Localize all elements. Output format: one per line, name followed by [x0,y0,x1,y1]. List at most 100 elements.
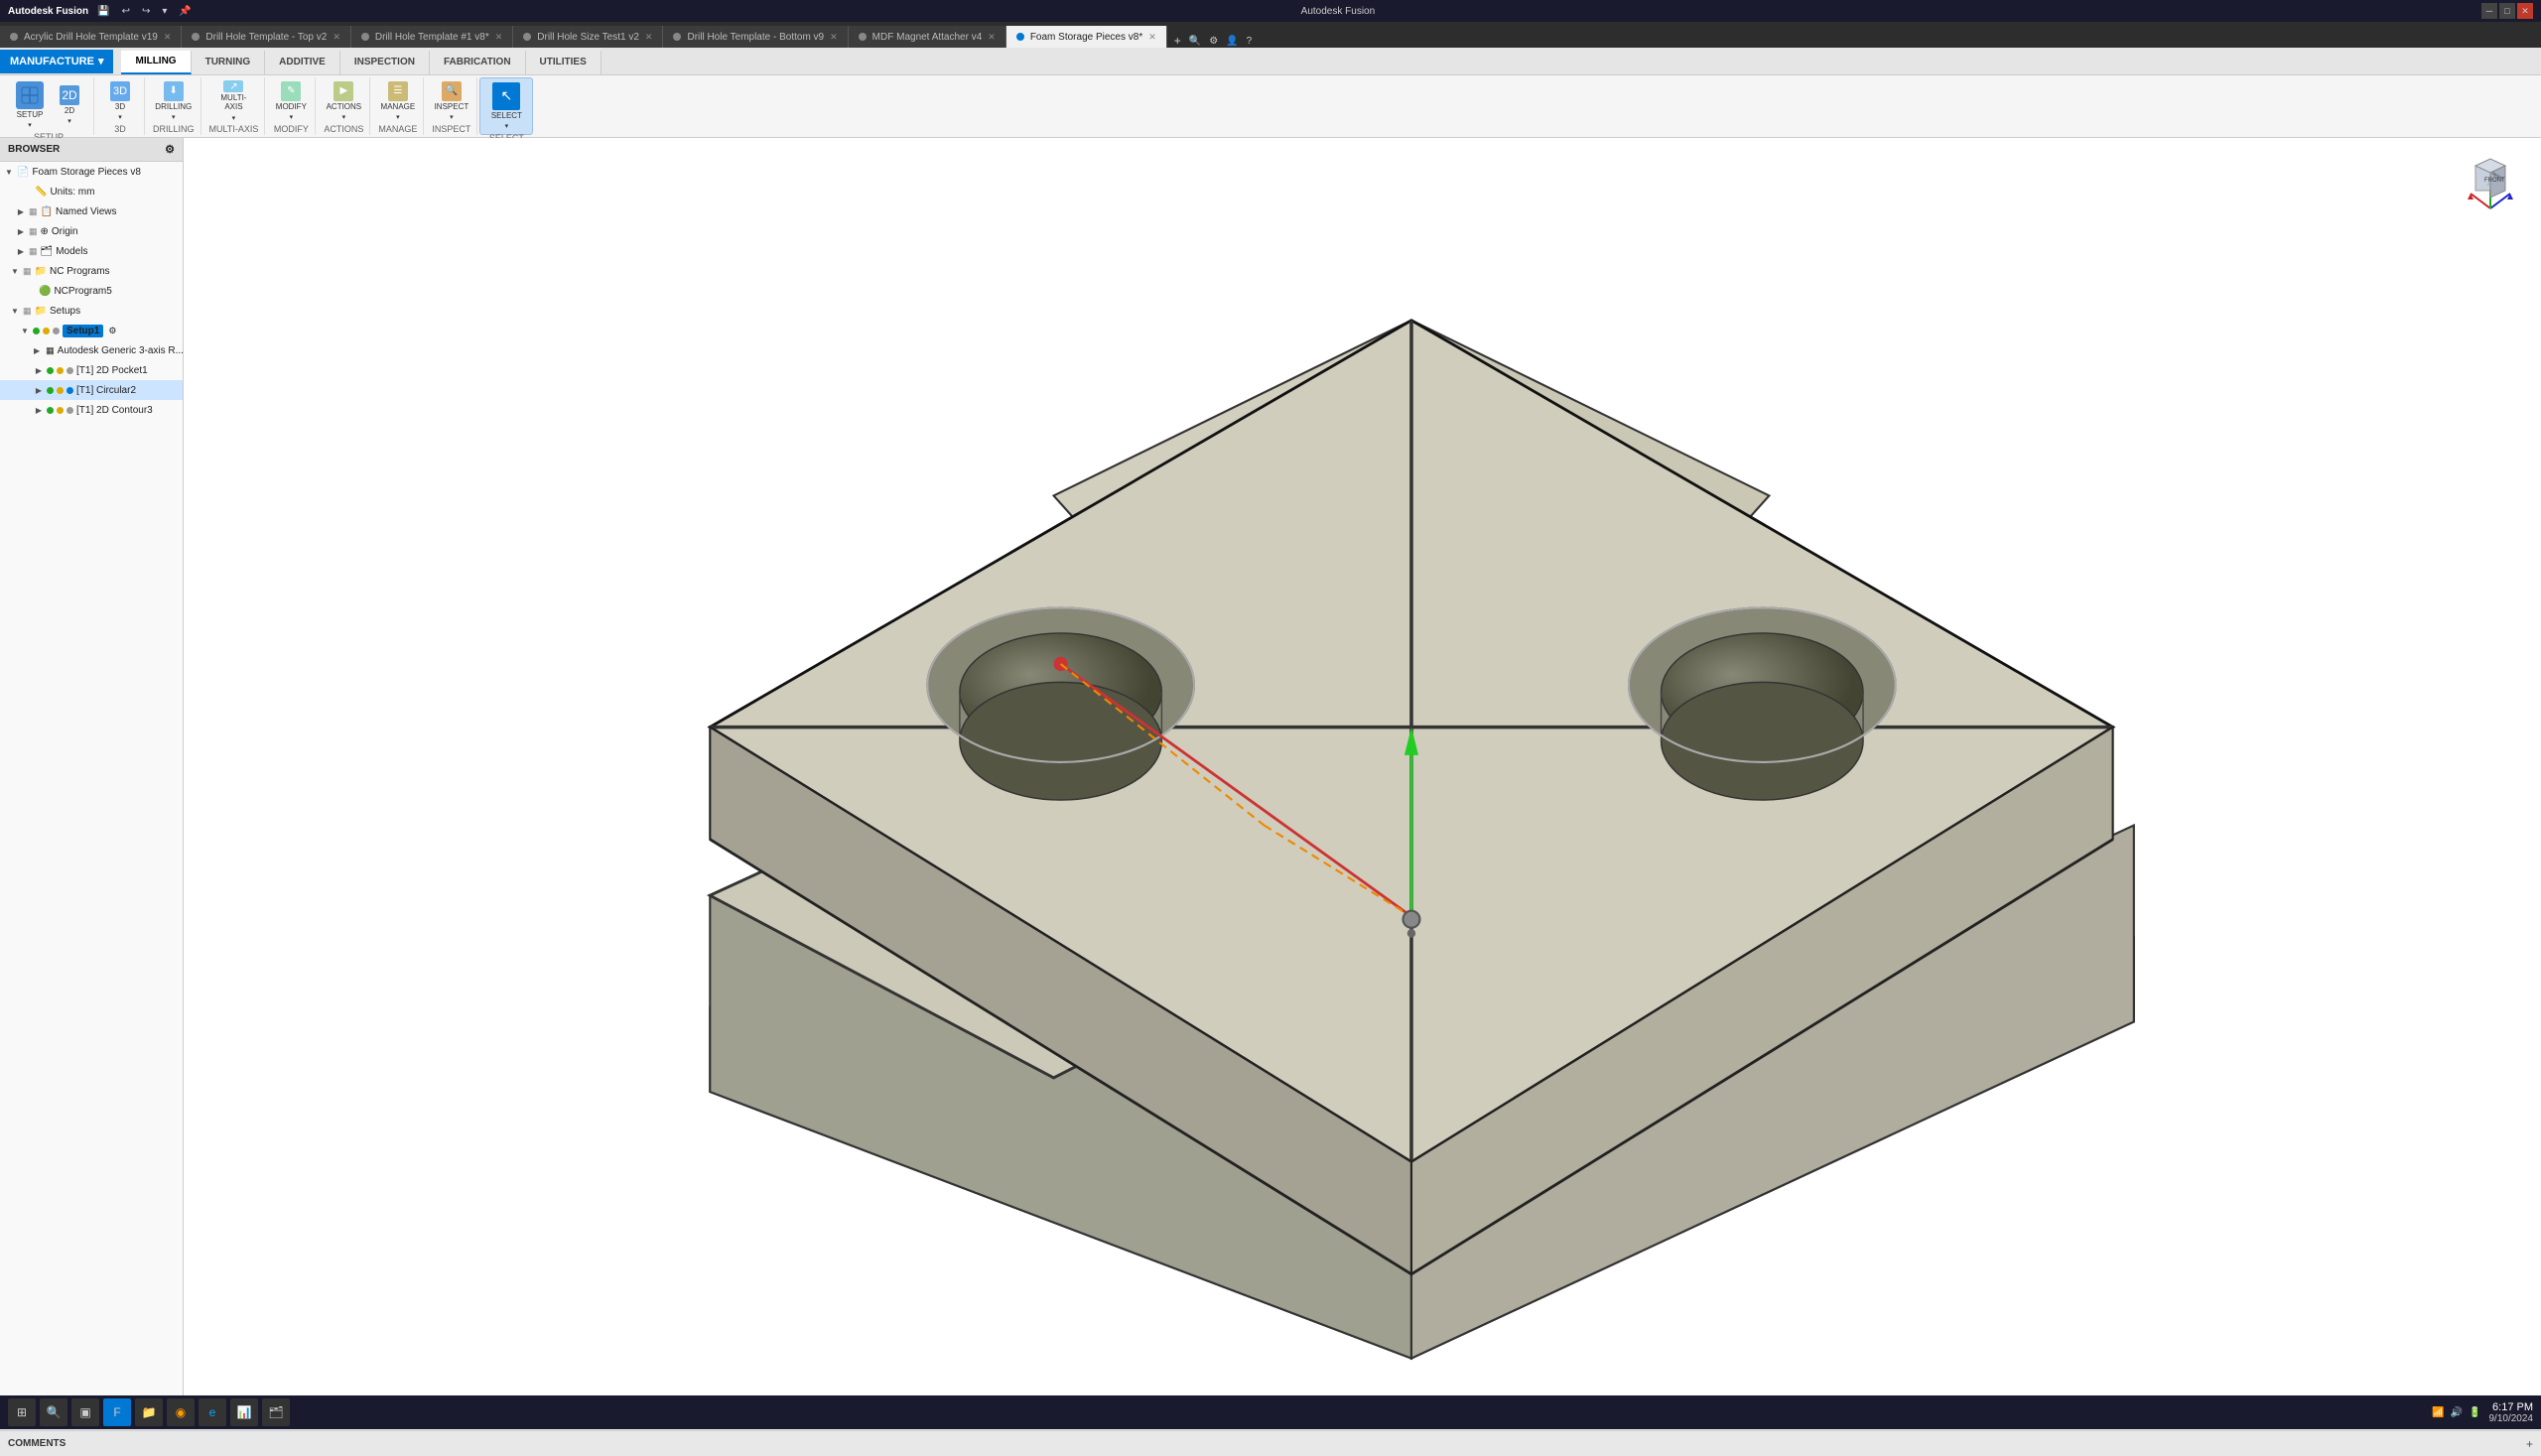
viewport[interactable]: FRONT RIGHT [184,138,2541,1400]
browser-settings-icon[interactable]: ⚙ [165,143,175,156]
toolbar-group-manage: ☰ MANAGE ▾ MANAGE [372,77,424,135]
inspect-button[interactable]: 🔍 INSPECT ▾ [434,79,469,123]
browser-panel: BROWSER ⚙ ▼ 📄 Foam Storage Pieces v8 📏 U… [0,138,184,1400]
wifi-icon: 📶 [2432,1407,2444,1418]
toolbar-tab-milling[interactable]: MILLING [121,51,191,74]
taskbar-app1[interactable]: 📊 [230,1398,258,1426]
select-button[interactable]: ↖ SELECT ▾ [486,80,526,132]
qa-redo[interactable]: ↪ [139,6,153,17]
tab-search[interactable]: 🔍 [1186,36,1204,47]
tree-icon-machine: ▦ [46,345,55,356]
taskbar: ⊞ 🔍 ▣ F 📁 ◉ e 📊 🗂 📶 🔊 🔋 6:17 PM 9/10/202… [0,1395,2541,1429]
tree-dot2-contour3 [57,407,64,414]
taskbar-clock[interactable]: 6:17 PM 9/10/2024 [2489,1401,2534,1424]
toolbar-group-inspect: 🔍 INSPECT ▾ INSPECT [426,77,477,135]
toolbar-tab-fabrication[interactable]: FABRICATION [430,51,526,74]
tree-icon-setups: ▦ [23,306,32,317]
tree-item-units[interactable]: 📏 Units: mm [0,182,183,201]
toolbar-group-select: ↖ SELECT ▾ SELECT [479,77,533,135]
tree-item-nc-programs[interactable]: ▼ ▦ 📁 NC Programs [0,261,183,281]
minimize-button[interactable]: ─ [2481,3,2497,19]
tree-dot2-pocket1 [57,367,64,374]
tree-item-setup1[interactable]: ▼ Setup1 ⚙ [0,321,183,340]
manufacture-chevron: ▾ [98,55,104,67]
multi-axis-group-label: MULTI-AXIS [209,124,259,134]
tab-close-6[interactable]: ✕ [1148,32,1156,43]
actions-button[interactable]: ▶ ACTIONS ▾ [326,79,361,123]
tab-1[interactable]: Drill Hole Template - Top v2 ✕ [182,26,350,48]
title-bar: Autodesk Fusion 💾 ↩ ↪ ▾ 📌 Autodesk Fusio… [0,0,2541,22]
tab-3[interactable]: Drill Hole Size Test1 v2 ✕ [513,26,663,48]
tree-item-circular2[interactable]: ▶ [T1] Circular2 [0,380,183,400]
modify-button[interactable]: ✎ MODIFY ▾ [273,79,309,123]
manufacture-dropdown[interactable]: MANUFACTURE ▾ [0,50,113,73]
tab-6[interactable]: Foam Storage Pieces v8* ✕ [1006,26,1167,48]
tab-close-4[interactable]: ✕ [830,32,838,43]
tab-4[interactable]: Drill Hole Template - Bottom v9 ✕ [663,26,848,48]
tab-2[interactable]: Drill Hole Template #1 v8* ✕ [351,26,513,48]
tab-account[interactable]: 👤 [1223,36,1241,47]
qa-more[interactable]: ▾ [159,6,170,17]
taskbar-fusion[interactable]: F [103,1398,131,1426]
taskbar-chrome[interactable]: ◉ [167,1398,195,1426]
toolbar-tab-inspection[interactable]: INSPECTION [340,51,430,74]
tab-close-1[interactable]: ✕ [333,32,340,43]
taskbar-left: ⊞ 🔍 ▣ F 📁 ◉ e 📊 🗂 [8,1398,290,1426]
drilling-group-label: DRILLING [153,124,195,134]
tree-icon-root: 📄 [17,167,29,178]
qa-save[interactable]: 💾 [94,6,112,17]
tree-item-machine[interactable]: ▶ ▦ Autodesk Generic 3-axis R... [0,340,183,360]
tab-5[interactable]: MDF Magnet Attacher v4 ✕ [849,26,1006,48]
drilling-button[interactable]: ⬇ DRILLING ▾ [156,79,192,123]
qa-pin[interactable]: 📌 [176,6,194,17]
tab-add[interactable]: + [1171,34,1184,48]
tree-arrow-root[interactable]: ▼ [4,168,14,177]
tree-icon2-nc-programs: 📁 [35,266,47,277]
tab-close-3[interactable]: ✕ [645,32,653,43]
qa-undo[interactable]: ↩ [119,6,133,17]
tree-item-models[interactable]: ▶ ▦ 🗂 Models [0,241,183,261]
browser-header: BROWSER ⚙ [0,138,183,162]
setup1-settings[interactable]: ⚙ [108,326,116,336]
tree-item-origin[interactable]: ▶ ▦ ⊕ Origin [0,221,183,241]
tab-0[interactable]: Acrylic Drill Hole Template v19 ✕ [0,26,182,48]
tree-icon2-origin: ⊕ [41,226,49,237]
start-button[interactable]: ⊞ [8,1398,36,1426]
tab-settings[interactable]: ⚙ [1206,36,1221,47]
comments-bar: COMMENTS + [0,1430,2541,1456]
tree-item-nc-program1[interactable]: 🟢 NCProgram5 [0,281,183,301]
toolbar-tab-turning[interactable]: TURNING [192,51,266,74]
toolbar-group-multi-axis: ↗ MULTI-AXIS ▾ MULTI-AXIS [203,77,266,135]
taskview-button[interactable]: ▣ [71,1398,99,1426]
toolbar-group-setup: SETUP ▾ 2D 2D ▾ SETUP [4,77,94,135]
setup-button[interactable]: SETUP ▾ [10,79,50,131]
2d-button[interactable]: 2D 2D ▾ [52,83,87,127]
manage-button[interactable]: ☰ MANAGE ▾ [380,79,416,123]
taskbar-edge[interactable]: e [199,1398,226,1426]
comments-add-button[interactable]: + [2526,1437,2533,1451]
tab-close-5[interactable]: ✕ [988,32,996,43]
tab-close-0[interactable]: ✕ [164,32,172,43]
tree-item-pocket1[interactable]: ▶ [T1] 2D Pocket1 [0,360,183,380]
tree-item-named-views[interactable]: ▶ ▦ 📋 Named Views [0,201,183,221]
3d-group-label: 3D [114,124,126,134]
view-cube[interactable]: FRONT RIGHT [2456,154,2525,223]
tree-dot3-contour3 [67,407,73,414]
toolbar-tab-utilities[interactable]: UTILITIES [526,51,602,74]
tree-item-root[interactable]: ▼ 📄 Foam Storage Pieces v8 [0,162,183,182]
3d-button[interactable]: 3D 3D ▾ [102,79,138,123]
search-button[interactable]: 🔍 [40,1398,67,1426]
tree-item-contour3[interactable]: ▶ [T1] 2D Contour3 [0,400,183,420]
taskbar-app2[interactable]: 🗂 [262,1398,290,1426]
tree-dot-pocket1 [47,367,54,374]
close-button[interactable]: ✕ [2517,3,2533,19]
tree-item-setups[interactable]: ▼ ▦ 📁 Setups [0,301,183,321]
multi-axis-button[interactable]: ↗ MULTI-AXIS ▾ [215,79,251,123]
toolbar-tab-additive[interactable]: ADDITIVE [265,51,340,74]
tree-dot-setup1 [33,328,40,334]
comments-label: COMMENTS [8,1438,66,1449]
tab-close-2[interactable]: ✕ [495,32,503,43]
maximize-button[interactable]: □ [2499,3,2515,19]
taskbar-explorer[interactable]: 📁 [135,1398,163,1426]
tab-help[interactable]: ? [1244,36,1256,47]
